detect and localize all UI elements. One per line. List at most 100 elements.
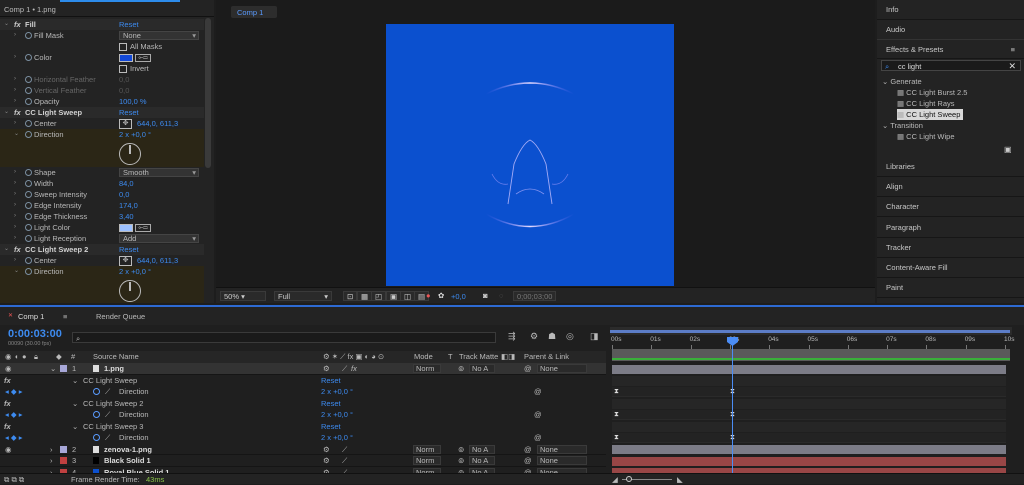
grid-icon[interactable]: ◫ bbox=[400, 291, 416, 301]
pick-whip-icon[interactable]: @ bbox=[524, 444, 532, 456]
video-visibility-icon[interactable]: ◉ bbox=[5, 351, 12, 363]
effect-row-light-color[interactable]: › Light Color ⟜▭ bbox=[0, 222, 204, 233]
color-channels-icon[interactable]: ● bbox=[426, 291, 431, 300]
point-target-icon[interactable]: ✥ bbox=[119, 256, 132, 266]
show-snapshot-icon[interactable]: ◌ bbox=[499, 291, 503, 300]
chevron-right-icon[interactable]: › bbox=[14, 178, 16, 189]
current-time-indicator[interactable] bbox=[732, 337, 733, 477]
checkbox[interactable] bbox=[119, 65, 127, 73]
effect-row-horizontal-feather[interactable]: › Horizontal Feather 0,0 bbox=[0, 74, 204, 85]
stopwatch-icon[interactable] bbox=[93, 434, 100, 441]
reset-link[interactable]: Reset bbox=[119, 19, 139, 30]
panel-header[interactable]: Content-Aware Fill bbox=[877, 258, 1024, 278]
timeline-tab-comp[interactable]: Comp 1 bbox=[18, 312, 44, 321]
track-matte-dropdown[interactable]: No A bbox=[469, 456, 495, 465]
stopwatch-icon[interactable] bbox=[25, 235, 32, 242]
info-panel-header[interactable]: Info bbox=[877, 0, 1024, 20]
effect-param-row[interactable]: ◂ ◆ ▸ ⟋ Direction 2 x +0,0 ° @ bbox=[0, 432, 606, 444]
work-area-bar[interactable] bbox=[610, 327, 1012, 335]
effect-param-row[interactable]: ◂ ◆ ▸ ⟋ Direction 2 x +0,0 ° @ bbox=[0, 386, 606, 398]
stopwatch-icon[interactable] bbox=[25, 87, 32, 94]
param-value[interactable]: 0,0 bbox=[119, 74, 129, 85]
stopwatch-icon[interactable] bbox=[25, 213, 32, 220]
effect-row-direction[interactable]: ⌄ Direction 2 x +0,0 ° bbox=[0, 129, 204, 167]
zoom-in-icon[interactable]: ◣ bbox=[677, 475, 683, 484]
mode-dropdown[interactable]: Norm bbox=[413, 444, 441, 454]
camera-snapshot-icon[interactable]: ◙ bbox=[483, 291, 488, 300]
stopwatch-icon[interactable] bbox=[25, 76, 32, 83]
color-swatch[interactable] bbox=[119, 54, 133, 62]
fx-icon[interactable]: fx bbox=[4, 421, 11, 433]
quality-switch-icon[interactable]: ⟋ bbox=[342, 455, 347, 467]
chevron-right-icon[interactable]: ⌄ bbox=[50, 363, 56, 375]
chevron-down-icon[interactable]: ⌄ bbox=[72, 375, 78, 387]
composition-canvas[interactable] bbox=[386, 24, 674, 286]
resolution-dropdown[interactable]: Full ▾ bbox=[274, 291, 332, 301]
chevron-right-icon[interactable]: › bbox=[50, 455, 53, 467]
layer-name[interactable]: 1.png bbox=[104, 363, 124, 375]
label-color[interactable] bbox=[60, 445, 67, 453]
pick-whip-icon[interactable]: @ bbox=[524, 363, 532, 375]
effect-param-row[interactable]: ◂ ◆ ▸ ⟋ Direction 2 x +0,0 ° @ bbox=[0, 409, 606, 421]
tree-item[interactable]: ▦ CC Light Wipe bbox=[897, 131, 955, 142]
eye-icon[interactable]: ◉ bbox=[5, 363, 12, 375]
reset-link[interactable]: Reset bbox=[119, 244, 139, 255]
render-queue-tab[interactable]: Render Queue bbox=[96, 312, 145, 321]
parent-dropdown[interactable]: None bbox=[537, 444, 587, 454]
quality-switch-icon[interactable]: ⟋ bbox=[342, 363, 347, 375]
chevron-right-icon[interactable]: › bbox=[14, 52, 16, 63]
close-tab-icon[interactable]: ✕ bbox=[8, 312, 13, 319]
stopwatch-icon[interactable] bbox=[25, 180, 32, 187]
shy-switch-icon[interactable]: ⚙ bbox=[323, 363, 330, 375]
point-target-icon[interactable]: ✥ bbox=[119, 119, 132, 129]
chevron-right-icon[interactable]: › bbox=[14, 85, 16, 96]
stopwatch-icon[interactable] bbox=[93, 388, 100, 395]
effect-row-sweep-intensity[interactable]: › Sweep Intensity 0,0 bbox=[0, 189, 204, 200]
effect-param-value[interactable]: 2 x +0,0 ° bbox=[321, 432, 353, 444]
new-preset-icon[interactable]: ▣ bbox=[1004, 145, 1012, 154]
param-value[interactable]: 100,0 % bbox=[119, 96, 147, 107]
graph-icon[interactable]: ⟋ bbox=[105, 386, 110, 398]
parent-dropdown[interactable]: None bbox=[537, 456, 587, 465]
effect-controls-tab[interactable]: Comp 1 • 1.png bbox=[0, 0, 214, 17]
toggle-switches-icon[interactable]: ⧉ ⧉ ⧉ bbox=[4, 475, 24, 485]
reset-link[interactable]: Reset bbox=[119, 107, 139, 118]
effect-row-width[interactable]: › Width 84,0 bbox=[0, 178, 204, 189]
effect-row-invert[interactable]: Invert bbox=[0, 63, 204, 74]
clear-search-icon[interactable]: ✕ bbox=[1008, 61, 1016, 72]
effect-row-cc-light-sweep[interactable]: ⌄ fx CC Light Sweep Reset bbox=[0, 107, 204, 118]
checkbox[interactable] bbox=[119, 43, 127, 51]
effect-row-fill-mask[interactable]: › Fill Mask None bbox=[0, 30, 204, 41]
expression-pickwhip-icon[interactable]: @ bbox=[534, 409, 542, 421]
tree-item[interactable]: ⌄ Generate bbox=[882, 76, 922, 87]
timeline-timecode[interactable]: 0:00:03:00 bbox=[8, 328, 62, 340]
chevron-right-icon[interactable]: › bbox=[14, 222, 16, 233]
label-color[interactable] bbox=[60, 457, 67, 464]
solo-icon[interactable]: ● bbox=[22, 351, 27, 363]
param-value[interactable]: 3,40 bbox=[119, 211, 134, 222]
effect-row-cc-light-sweep-2[interactable]: ⌄ fx CC Light Sweep 2 Reset bbox=[0, 244, 204, 255]
zoom-dropdown[interactable]: 50% ▾ bbox=[220, 291, 266, 301]
layer-name[interactable]: zenova-1.png bbox=[104, 444, 152, 456]
param-dropdown[interactable]: Smooth bbox=[119, 168, 199, 177]
tree-item[interactable]: ▦ CC Light Rays bbox=[897, 98, 955, 109]
exposure-reset-icon[interactable]: ✿ bbox=[438, 291, 444, 300]
effects-search-input[interactable]: ⌕ cc light ✕ bbox=[881, 60, 1021, 71]
effect-row-vertical-feather[interactable]: › Vertical Feather 0,0 bbox=[0, 85, 204, 96]
layer-duration-bar[interactable] bbox=[612, 445, 1006, 454]
mode-dropdown[interactable]: Norm bbox=[413, 364, 441, 373]
effect-row-opacity[interactable]: › Opacity 100,0 % bbox=[0, 96, 204, 107]
param-value[interactable]: 174,0 bbox=[119, 200, 138, 211]
exposure-value[interactable]: +0,0 bbox=[451, 292, 466, 301]
param-value[interactable]: 84,0 bbox=[119, 178, 134, 189]
transparency-grid-icon[interactable]: ▦ bbox=[357, 291, 373, 301]
chevron-right-icon[interactable]: › bbox=[50, 444, 53, 456]
track-matte-icon[interactable]: ⊚ bbox=[458, 455, 464, 467]
track-matte-icon[interactable]: ⊚ bbox=[458, 444, 464, 456]
keyframe-nav-icon[interactable]: ◂ ◆ ▸ bbox=[5, 409, 22, 421]
shy-switch-icon[interactable]: ⚙ bbox=[323, 444, 330, 456]
effect-param-value[interactable]: 2 x +0,0 ° bbox=[321, 409, 353, 421]
keyframe-nav-icon[interactable]: ◂ ◆ ▸ bbox=[5, 386, 22, 398]
chevron-right-icon[interactable]: › bbox=[14, 233, 16, 244]
effect-row-color[interactable]: › Color ⟜▭ bbox=[0, 52, 204, 63]
